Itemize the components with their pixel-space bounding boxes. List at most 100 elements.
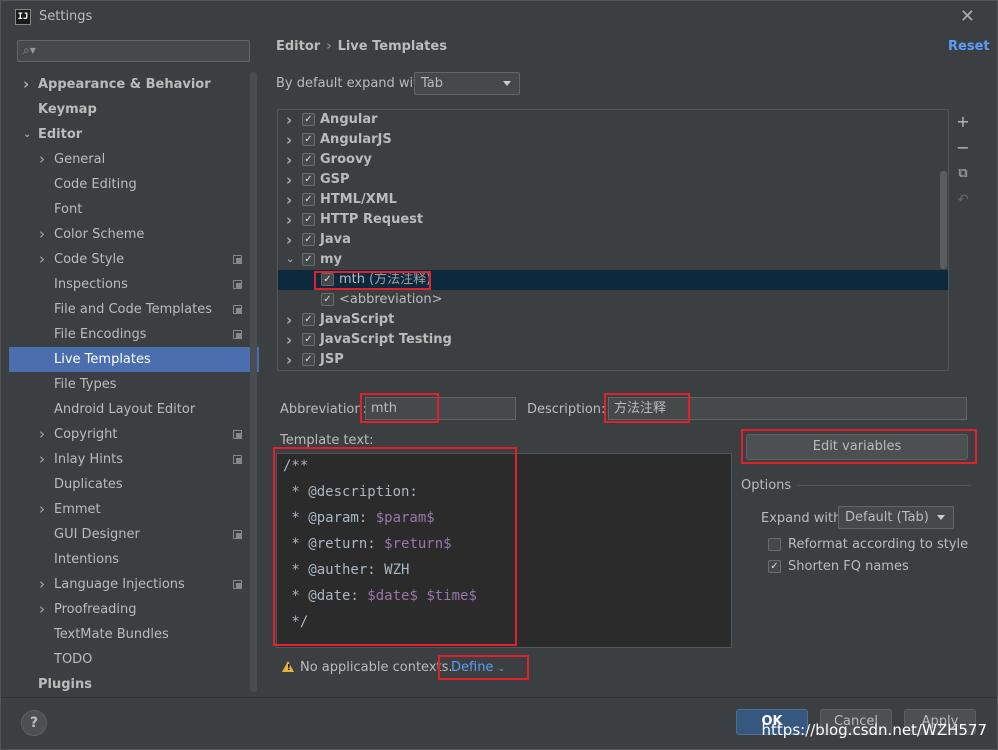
chevron-right-icon[interactable]: › bbox=[286, 150, 292, 170]
add-icon[interactable]: + bbox=[955, 114, 971, 130]
template-checkbox[interactable]: ✓ bbox=[302, 233, 315, 246]
template-group[interactable]: › ✓ Groovy bbox=[278, 150, 948, 170]
sidebar-item-copyright[interactable]: › Copyright bbox=[9, 422, 259, 447]
sidebar-item-general[interactable]: › General bbox=[9, 147, 259, 172]
chevron-right-icon[interactable]: › bbox=[286, 190, 292, 210]
template-checkbox[interactable]: ✓ bbox=[321, 293, 334, 306]
chevron-right-icon[interactable]: › bbox=[286, 130, 292, 150]
sidebar-item-editor[interactable]: ⌄ Editor bbox=[9, 122, 259, 147]
sidebar-item-label: Duplicates bbox=[54, 477, 123, 492]
template-group[interactable]: › ✓ HTTP Request bbox=[278, 210, 948, 230]
chevron-right-icon[interactable]: › bbox=[39, 497, 45, 522]
chevron-right-icon[interactable]: › bbox=[286, 330, 292, 350]
sidebar-item-label: File Encodings bbox=[54, 327, 147, 342]
sidebar-item-label: TODO bbox=[54, 652, 93, 667]
sidebar-item-textmate-bundles[interactable]: TextMate Bundles bbox=[9, 622, 259, 647]
chevron-right-icon[interactable]: › bbox=[39, 422, 45, 447]
template-checkbox[interactable]: ✓ bbox=[302, 193, 315, 206]
undo-icon[interactable]: ↶ bbox=[955, 192, 971, 208]
reset-link[interactable]: Reset bbox=[948, 39, 990, 54]
sidebar-item-plugins[interactable]: Plugins bbox=[9, 672, 259, 697]
sidebar-item-proofreading[interactable]: › Proofreading bbox=[9, 597, 259, 622]
template-group[interactable]: › ✓ GSP bbox=[278, 170, 948, 190]
sidebar-item-inspections[interactable]: Inspections bbox=[9, 272, 259, 297]
template-checkbox[interactable]: ✓ bbox=[302, 333, 315, 346]
sidebar-item-keymap[interactable]: Keymap bbox=[9, 97, 259, 122]
sidebar-item-label: Appearance & Behavior bbox=[38, 77, 211, 92]
close-icon[interactable]: ✕ bbox=[960, 6, 975, 27]
sidebar-item-label: Live Templates bbox=[54, 352, 151, 367]
sidebar-item-duplicates[interactable]: Duplicates bbox=[9, 472, 259, 497]
template-checkbox[interactable]: ✓ bbox=[302, 313, 315, 326]
chevron-right-icon[interactable]: › bbox=[39, 222, 45, 247]
chevron-down-icon[interactable]: ⌄ bbox=[286, 250, 294, 270]
template-group[interactable]: › ✓ JavaScript bbox=[278, 310, 948, 330]
chevron-down-icon bbox=[937, 515, 945, 520]
template-checkbox[interactable]: ✓ bbox=[302, 133, 315, 146]
sidebar-item-appearance-behavior[interactable]: › Appearance & Behavior bbox=[9, 72, 259, 97]
settings-window: IJ Settings ✕ ⌕▾ › Appearance & Behavior K… bbox=[0, 0, 998, 750]
sidebar-item-todo[interactable]: TODO bbox=[9, 647, 259, 672]
remove-icon[interactable]: − bbox=[955, 140, 971, 156]
template-checkbox[interactable]: ✓ bbox=[302, 253, 315, 266]
chevron-right-icon[interactable]: › bbox=[286, 210, 292, 230]
chevron-right-icon[interactable]: › bbox=[39, 597, 45, 622]
chevron-right-icon[interactable]: › bbox=[23, 72, 29, 97]
templates-scrollbar[interactable] bbox=[940, 171, 947, 269]
template-group[interactable]: › ✓ JSP bbox=[278, 350, 948, 370]
sidebar-item-inlay-hints[interactable]: › Inlay Hints bbox=[9, 447, 259, 472]
template-label: JSP bbox=[320, 352, 344, 367]
template-checkbox[interactable]: ✓ bbox=[302, 173, 315, 186]
template-group[interactable]: › ✓ AngularJS bbox=[278, 130, 948, 150]
template-group[interactable]: ⌄ ✓ my bbox=[278, 250, 948, 270]
sidebar-item-label: File Types bbox=[54, 377, 117, 392]
chevron-right-icon[interactable]: › bbox=[286, 310, 292, 330]
template-checkbox[interactable]: ✓ bbox=[302, 113, 315, 126]
shorten-fq-checkbox[interactable]: ✓ bbox=[768, 560, 781, 573]
copy-icon[interactable]: ⧉ bbox=[955, 166, 971, 182]
help-button[interactable]: ? bbox=[21, 710, 47, 736]
chevron-right-icon[interactable]: › bbox=[286, 350, 292, 370]
sidebar-item-language-injections[interactable]: › Language Injections bbox=[9, 572, 259, 597]
options-divider bbox=[797, 485, 971, 486]
sidebar-item-android-layout-editor[interactable]: Android Layout Editor bbox=[9, 397, 259, 422]
sidebar-item-color-scheme[interactable]: › Color Scheme bbox=[9, 222, 259, 247]
sidebar-item-live-templates[interactable]: Live Templates bbox=[9, 347, 259, 372]
chevron-right-icon[interactable]: › bbox=[286, 170, 292, 190]
sidebar-item-label: Inspections bbox=[54, 277, 128, 292]
template-group[interactable]: › ✓ JavaScript Testing bbox=[278, 330, 948, 350]
expand-with-select[interactable]: Tab bbox=[414, 72, 520, 95]
chevron-right-icon[interactable]: › bbox=[286, 110, 292, 130]
sidebar-item-intentions[interactable]: Intentions bbox=[9, 547, 259, 572]
search-input[interactable]: ⌕▾ bbox=[17, 40, 250, 62]
sidebar-item-code-style[interactable]: › Code Style bbox=[9, 247, 259, 272]
sidebar-item-label: Android Layout Editor bbox=[54, 402, 196, 417]
sidebar-item-file-and-code-templates[interactable]: File and Code Templates bbox=[9, 297, 259, 322]
chevron-right-icon[interactable]: › bbox=[39, 447, 45, 472]
chevron-right-icon[interactable]: › bbox=[39, 572, 45, 597]
template-group[interactable]: › ✓ Angular bbox=[278, 110, 948, 130]
sidebar-item-file-encodings[interactable]: File Encodings bbox=[9, 322, 259, 347]
sidebar-item-code-editing[interactable]: Code Editing bbox=[9, 172, 259, 197]
sidebar-item-font[interactable]: Font bbox=[9, 197, 259, 222]
reformat-checkbox[interactable] bbox=[768, 538, 781, 551]
sidebar-item-gui-designer[interactable]: GUI Designer bbox=[9, 522, 259, 547]
sidebar-item-file-types[interactable]: File Types bbox=[9, 372, 259, 397]
chevron-right-icon[interactable]: › bbox=[39, 147, 45, 172]
sidebar-scrollbar[interactable] bbox=[250, 72, 257, 692]
template-label: AngularJS bbox=[320, 132, 392, 147]
template-group[interactable]: › ✓ Java bbox=[278, 230, 948, 250]
template-label: Java bbox=[320, 232, 351, 247]
project-scope-icon bbox=[233, 580, 242, 589]
chevron-right-icon[interactable]: › bbox=[286, 230, 292, 250]
template-group[interactable]: › ✓ HTML/XML bbox=[278, 190, 948, 210]
sidebar-item-emmet[interactable]: › Emmet bbox=[9, 497, 259, 522]
options-expand-select[interactable]: Default (Tab) bbox=[838, 506, 954, 529]
template-checkbox[interactable]: ✓ bbox=[302, 353, 315, 366]
template-checkbox[interactable]: ✓ bbox=[302, 153, 315, 166]
sidebar-item-label: Editor bbox=[38, 127, 83, 142]
template-item[interactable]: ✓ <abbreviation> bbox=[278, 290, 948, 310]
template-checkbox[interactable]: ✓ bbox=[302, 213, 315, 226]
chevron-down-icon[interactable]: ⌄ bbox=[23, 122, 31, 147]
chevron-right-icon[interactable]: › bbox=[39, 247, 45, 272]
